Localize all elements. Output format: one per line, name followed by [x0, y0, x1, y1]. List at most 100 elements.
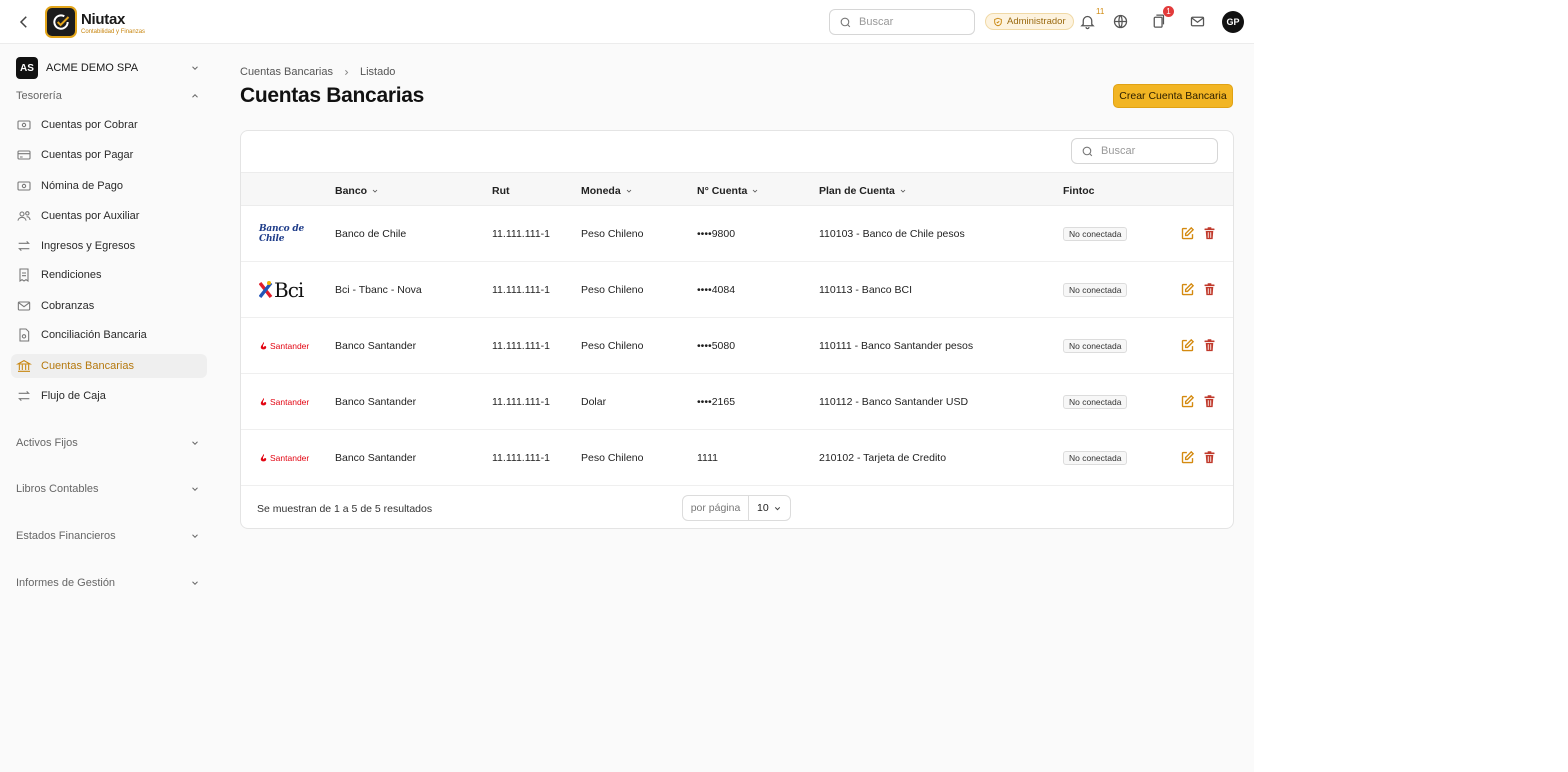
- arrows-icon: [18, 240, 30, 252]
- rut: 11.111.111-1: [492, 228, 550, 240]
- santander-flame-icon: [260, 397, 267, 405]
- bank-name: Banco Santander: [335, 452, 417, 464]
- company-name: ACME DEMO SPA: [46, 62, 139, 74]
- sidebar-item-rendiciones[interactable]: Rendiciones: [11, 263, 207, 287]
- currency: Dolar: [581, 396, 607, 408]
- table-search-input[interactable]: [1101, 145, 1211, 157]
- chevron-up-icon[interactable]: [190, 91, 200, 101]
- shield-check-icon: [994, 17, 1002, 26]
- company-selector[interactable]: AS ACME DEMO SPA: [16, 57, 204, 79]
- sidebar-item-label: Conciliación Bancaria: [41, 329, 147, 341]
- section-tesoreria[interactable]: Tesorería: [16, 90, 62, 102]
- edit-icon[interactable]: [1180, 338, 1195, 353]
- mail-icon: [17, 301, 31, 311]
- column-header-plan-de-cuenta[interactable]: Plan de Cuenta: [819, 185, 907, 197]
- column-header-rut: Rut: [492, 185, 510, 197]
- table-header: Banco Rut Moneda N° Cuenta Plan de Cuent…: [241, 172, 1233, 206]
- rut: 11.111.111-1: [492, 284, 550, 296]
- breadcrumb-item-listado: Listado: [359, 66, 396, 78]
- trash-icon[interactable]: [1202, 226, 1217, 241]
- fintoc-status-badge: No conectada: [1063, 339, 1128, 353]
- table-row: Santander Banco Santander 11.111.111-1 D…: [241, 374, 1233, 430]
- chevron-down-icon: [900, 189, 906, 193]
- bell-icon[interactable]: [1079, 13, 1096, 30]
- section-estados-financieros[interactable]: Estados Financieros: [16, 530, 116, 542]
- globe-icon[interactable]: [1112, 13, 1129, 30]
- sidebar-item-cuentas-bancarias[interactable]: Cuentas Bancarias: [11, 354, 207, 378]
- brand-logo-icon[interactable]: [45, 6, 77, 38]
- bank-name: Banco de Chile: [335, 228, 407, 240]
- santander-flame-icon: [260, 453, 267, 461]
- edit-icon[interactable]: [1180, 450, 1195, 465]
- account-number: ••••9800: [697, 228, 736, 240]
- per-page-selector[interactable]: por página 10: [682, 495, 791, 521]
- fintoc-status-badge: No conectada: [1063, 395, 1128, 409]
- chevron-down-icon[interactable]: [190, 531, 200, 541]
- tasks-count: 1: [1163, 6, 1174, 17]
- account-plan: 110103 - Banco de Chile pesos: [819, 228, 965, 240]
- role-badge[interactable]: Administrador: [985, 13, 1074, 30]
- sidebar-item-nomina-de-pago[interactable]: Nómina de Pago: [11, 174, 207, 198]
- page-title: Cuentas Bancarias: [240, 84, 424, 107]
- chevron-down-icon[interactable]: [190, 578, 200, 588]
- currency: Peso Chileno: [581, 228, 644, 240]
- per-page-select[interactable]: 10: [749, 502, 790, 514]
- sidebar-item-conciliacion-bancaria[interactable]: Conciliación Bancaria: [11, 323, 207, 347]
- sidebar-item-cobranzas[interactable]: Cobranzas: [11, 294, 207, 318]
- sidebar-item-cuentas-por-auxiliar[interactable]: Cuentas por Auxiliar: [11, 204, 207, 228]
- create-bank-account-button[interactable]: Crear Cuenta Bancaria: [1113, 84, 1233, 108]
- trash-icon[interactable]: [1202, 450, 1217, 465]
- account-plan: 110113 - Banco BCI: [819, 284, 913, 296]
- bank-icon: [16, 360, 32, 372]
- sidebar-item-ingresos-y-egresos[interactable]: Ingresos y Egresos: [11, 234, 207, 258]
- chevron-right-icon: [345, 69, 349, 75]
- section-libros-contables[interactable]: Libros Contables: [16, 483, 99, 495]
- section-informes-de-gestion[interactable]: Informes de Gestión: [16, 577, 115, 589]
- column-header-numero-cuenta[interactable]: N° Cuenta: [697, 185, 759, 197]
- section-activos-fijos[interactable]: Activos Fijos: [16, 437, 78, 449]
- bank-logo-santander: Santander: [259, 334, 319, 358]
- table-row: Santander Banco Santander 11.111.111-1 P…: [241, 318, 1233, 374]
- global-search-input[interactable]: [859, 16, 969, 28]
- table-row: Banco de Chile Banco de Chile 11.111.111…: [241, 206, 1233, 262]
- mail-icon[interactable]: [1189, 13, 1206, 30]
- chevron-down-icon[interactable]: [190, 484, 200, 494]
- results-summary: Se muestran de 1 a 5 de 5 resultados: [257, 503, 433, 515]
- bci-mark-icon: [259, 281, 273, 299]
- trash-icon[interactable]: [1202, 394, 1217, 409]
- edit-icon[interactable]: [1180, 226, 1195, 241]
- per-page-label: por página: [683, 496, 749, 520]
- card-icon: [17, 150, 31, 160]
- account-plan: 110111 - Banco Santander pesos: [819, 340, 974, 352]
- notifications-count: 11: [1096, 7, 1105, 16]
- money-icon: [17, 181, 31, 191]
- rut: 11.111.111-1: [492, 452, 550, 464]
- bank-accounts-table-card: Banco Rut Moneda N° Cuenta Plan de Cuent…: [240, 130, 1234, 529]
- company-initials: AS: [16, 57, 38, 79]
- top-bar: Niutax Contabilidad y Finanzas Administr…: [0, 0, 1254, 44]
- global-search[interactable]: [829, 9, 975, 35]
- receipt-icon: [19, 268, 29, 282]
- sidebar-item-flujo-de-caja[interactable]: Flujo de Caja: [11, 384, 207, 408]
- sidebar-item-label: Cuentas Bancarias: [41, 360, 134, 372]
- edit-icon[interactable]: [1180, 282, 1195, 297]
- trash-icon[interactable]: [1202, 282, 1217, 297]
- per-page-value: 10: [757, 502, 769, 514]
- sidebar-item-label: Nómina de Pago: [41, 180, 123, 192]
- sidebar-item-cuentas-por-pagar[interactable]: Cuentas por Pagar: [11, 143, 207, 167]
- breadcrumb: Cuentas Bancarias Listado: [240, 66, 395, 78]
- bank-logo-santander: Santander: [259, 390, 319, 414]
- chevron-down-icon: [192, 66, 198, 70]
- breadcrumb-item-cuentas-bancarias[interactable]: Cuentas Bancarias: [240, 66, 333, 78]
- sidebar-item-cuentas-por-cobrar[interactable]: Cuentas por Cobrar: [11, 113, 207, 137]
- bank-name: Banco Santander: [335, 340, 417, 352]
- app-shell: Niutax Contabilidad y Finanzas Administr…: [0, 0, 1254, 772]
- back-arrow-icon[interactable]: [15, 13, 33, 31]
- column-header-moneda[interactable]: Moneda: [581, 185, 633, 197]
- column-header-banco[interactable]: Banco: [335, 185, 379, 197]
- table-search[interactable]: [1071, 138, 1218, 164]
- trash-icon[interactable]: [1202, 338, 1217, 353]
- chevron-down-icon[interactable]: [190, 438, 200, 448]
- edit-icon[interactable]: [1180, 394, 1195, 409]
- user-avatar[interactable]: GP: [1222, 11, 1244, 33]
